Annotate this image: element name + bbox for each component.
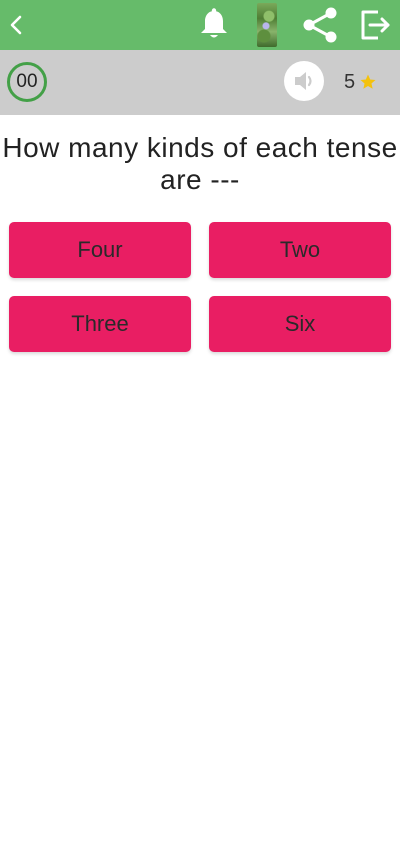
status-bar: 00 5 [0,50,400,115]
share-icon[interactable] [298,0,342,50]
exit-icon[interactable] [355,0,395,50]
score-display: 5 [344,68,377,96]
bell-icon[interactable] [194,0,234,50]
photo-thumbnail [257,3,277,47]
answer-label: Six [284,311,316,336]
answer-label: Three [71,311,129,336]
photo-icon[interactable] [255,0,279,50]
speaker-icon [295,72,312,90]
top-app-bar [0,0,400,50]
answer-button-six[interactable]: Six [209,296,391,352]
answer-button-three[interactable]: Three [9,296,191,352]
answer-button-four[interactable]: Four [9,222,191,278]
answer-label: Two [279,237,321,262]
timer-badge: 00 [7,62,47,102]
answer-label: Four [77,237,123,262]
score-value: 5 [344,70,356,93]
question-text: How many kinds of each tense are --- [2,132,398,195]
back-icon[interactable] [0,0,32,50]
star-icon [360,74,376,89]
answer-button-two[interactable]: Two [209,222,391,278]
sound-toggle-button[interactable] [284,61,324,101]
timer-value: 00 [16,71,38,92]
